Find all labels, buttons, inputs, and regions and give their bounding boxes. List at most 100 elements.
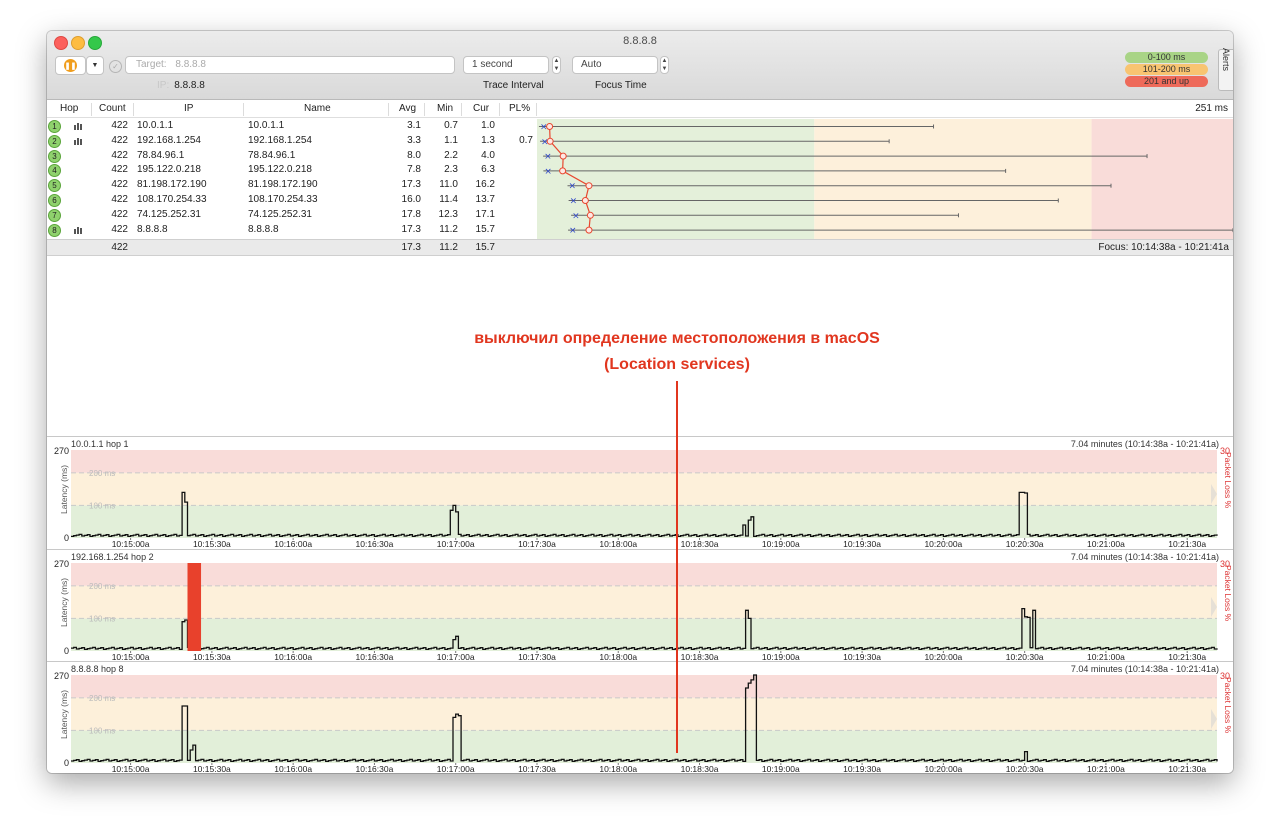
table-row[interactable]: 3 422 78.84.96.1 78.84.96.1 8.0 2.2 4.0 — [47, 148, 537, 163]
focus-time-stepper[interactable]: ▲ ▼ — [660, 56, 669, 74]
x-tick-label: 10:15:00a — [112, 539, 150, 549]
avg-latency-point — [559, 152, 567, 160]
col-pl[interactable]: PL% — [509, 103, 530, 114]
table-row[interactable]: 7 422 74.125.252.31 74.125.252.31 17.8 12.3 17… — [47, 207, 537, 222]
avg-cell: 7.8 — [407, 164, 421, 176]
name-cell: 192.168.1.254 — [248, 134, 312, 146]
y-tick-label: 100 ms — [89, 726, 115, 735]
ip-cell: 8.8.8.8 — [137, 223, 168, 235]
y-tick-label: 270 — [54, 559, 69, 569]
cur-cell: 15.7 — [475, 223, 495, 235]
annotation-line-2: (Location services) — [604, 356, 750, 373]
x-tick-label: 10:15:30a — [193, 764, 231, 773]
avg-cell: 17.3 — [401, 223, 421, 235]
table-row[interactable]: 8 422 8.8.8.8 8.8.8.8 17.3 11.2 15.7 — [47, 222, 537, 237]
legend-medium: 101-200 ms — [1125, 64, 1208, 75]
hop-number: 5 — [48, 179, 61, 193]
avg-cell: 17.3 — [401, 179, 421, 191]
x-tick-label: 10:19:00a — [762, 764, 800, 773]
x-tick-label: 10:20:30a — [1006, 764, 1044, 773]
min-cell: 11.2 — [439, 223, 458, 235]
latency-zone — [71, 675, 1217, 698]
col-cur[interactable]: Cur — [473, 103, 489, 114]
col-ip[interactable]: IP — [184, 103, 193, 114]
x-tick-label: 10:17:00a — [437, 539, 475, 549]
avg-latency-point — [581, 197, 589, 204]
cur-cell: 16.2 — [475, 179, 495, 191]
col-name[interactable]: Name — [304, 103, 331, 114]
checkmark-icon[interactable]: ✓ — [109, 60, 122, 73]
latency-graph[interactable]: 270200 ms100 ms0Latency (ms)30Packet Los… — [47, 662, 1233, 773]
cur-cell: 6.3 — [481, 164, 495, 176]
graph-toggle-icon[interactable] — [74, 137, 83, 145]
summary-count: 422 — [111, 242, 128, 253]
cur-cell: 13.7 — [475, 194, 495, 205]
x-tick-label: 10:16:00a — [274, 539, 312, 549]
latency-graph[interactable]: 270200 ms100 ms0Latency (ms)30Packet Los… — [47, 437, 1233, 549]
hop-number: 6 — [48, 194, 61, 207]
min-latency-marker: × — [569, 226, 577, 236]
latency-zone — [71, 730, 1217, 763]
latency-zone — [71, 472, 1217, 506]
target-input[interactable]: Target: 8.8.8.8 — [125, 56, 455, 74]
graph-toggle-icon[interactable] — [74, 226, 83, 234]
pause-button[interactable]: ❚❚ — [55, 56, 86, 75]
col-avg[interactable]: Avg — [399, 103, 416, 114]
hop-number: 2 — [48, 134, 61, 148]
latency-zone — [71, 450, 1217, 473]
avg-latency-point — [585, 182, 593, 190]
col-min[interactable]: Min — [437, 103, 453, 114]
x-tick-label: 10:17:30a — [518, 764, 556, 773]
col-count[interactable]: Count — [99, 103, 126, 114]
x-tick-label: 10:19:30a — [843, 539, 881, 549]
chevron-down-icon: ▼ — [91, 62, 99, 69]
avg-cell: 17.8 — [401, 208, 421, 220]
x-tick-label: 10:20:00a — [924, 764, 962, 773]
trace-latency-plot: ×××××××× — [537, 119, 1233, 239]
avg-latency-point — [546, 137, 554, 145]
avg-latency-point — [585, 226, 593, 234]
trace-interval-select[interactable]: 1 second — [463, 56, 549, 74]
x-tick-label: 10:21:00a — [1087, 764, 1125, 773]
cur-cell: 1.3 — [481, 134, 495, 146]
x-tick-label: 10:15:00a — [112, 764, 150, 773]
pl-cell: 0.7 — [519, 134, 533, 146]
min-cell: 11.4 — [439, 194, 458, 205]
table-row[interactable]: 6 422 108.170.254.33 108.170.254.33 16.0 11.4… — [47, 192, 537, 207]
table-row[interactable]: 2 422 192.168.1.254 192.168.1.254 3.3 1.1 1.3 0… — [47, 133, 537, 148]
table-row[interactable]: 5 422 81.198.172.190 81.198.172.190 17.3 11.0… — [47, 177, 537, 193]
table-row[interactable]: 4 422 195.122.0.218 195.122.0.218 7.8 2.3 6.3 — [47, 162, 537, 178]
avg-cell: 3.1 — [407, 120, 421, 131]
options-dropdown-button[interactable]: ▼ — [86, 56, 104, 75]
min-cell: 12.3 — [438, 208, 458, 220]
latency-zone — [814, 119, 1092, 239]
col-hop[interactable]: Hop — [60, 103, 78, 114]
toolbar: 8.8.8.8 ❚❚ ▼ ✓ Target: 8.8.8.8 IP: 8.8.8.… — [47, 31, 1233, 100]
latency-graph[interactable]: 270200 ms100 ms0Latency (ms)30Packet Los… — [47, 550, 1233, 662]
ip-cell: 74.125.252.31 — [137, 208, 201, 220]
y2-axis-label: Packet Loss % — [1223, 565, 1233, 622]
y-axis-label: Latency (ms) — [59, 465, 69, 514]
latency-zone — [71, 697, 1217, 731]
summary-avg: 17.3 — [401, 242, 421, 253]
alerts-tab[interactable]: Alerts — [1218, 48, 1233, 91]
min-cell: 0.7 — [444, 120, 458, 131]
name-cell: 10.0.1.1 — [248, 120, 285, 131]
y-tick-label: 200 ms — [89, 469, 115, 478]
focus-time-select[interactable]: Auto — [572, 56, 658, 74]
summary-row: 422 17.3 11.2 15.7 Focus: 10:14:38a - 10… — [47, 239, 1233, 256]
avg-cell: 8.0 — [407, 149, 421, 161]
avg-cell: 3.3 — [407, 134, 421, 146]
graph-range: 7.04 minutes (10:14:38a - 10:21:41a) — [1070, 664, 1219, 674]
focus-time-label: Focus Time — [595, 80, 647, 91]
trace-interval-stepper[interactable]: ▲ ▼ — [552, 56, 561, 74]
avg-latency-point — [586, 211, 594, 219]
packet-loss-bar — [187, 563, 202, 651]
y-tick-label: 100 ms — [89, 614, 115, 623]
table-row[interactable]: 1 422 10.0.1.1 10.0.1.1 3.1 0.7 1.0 — [47, 118, 537, 133]
x-tick-label: 10:17:30a — [518, 539, 556, 549]
latency-zone — [71, 618, 1217, 651]
target-value: 8.8.8.8 — [175, 59, 206, 70]
graph-title: 10.0.1.1 hop 1 — [71, 439, 129, 449]
graph-toggle-icon[interactable] — [74, 122, 83, 130]
